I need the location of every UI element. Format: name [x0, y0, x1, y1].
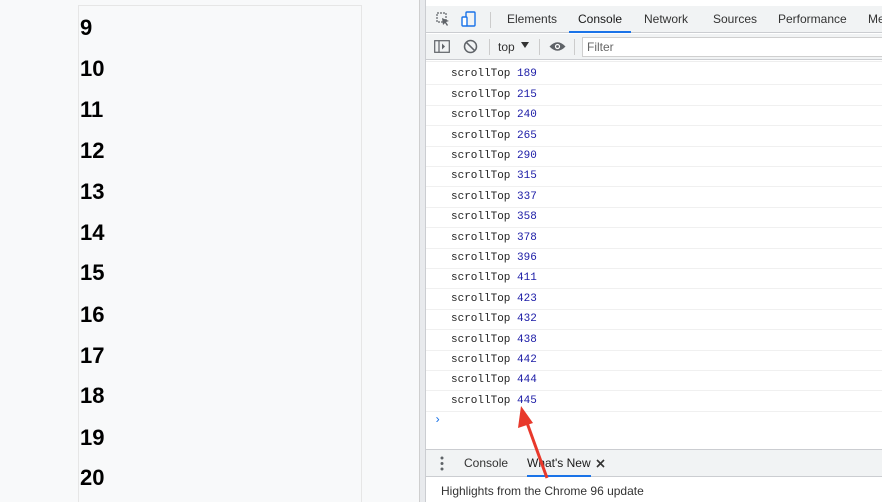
list-item: 10	[80, 56, 105, 81]
tab-sources[interactable]: Sources	[713, 6, 757, 33]
console-prompt[interactable]: ›	[434, 413, 441, 427]
list-item: 12	[80, 138, 105, 163]
drawer-tab-whats-new-label: What's New	[527, 456, 591, 470]
inspect-icon[interactable]	[436, 12, 451, 27]
log-row: scrollTop 337	[426, 187, 882, 208]
log-row: scrollTop 378	[426, 228, 882, 249]
log-row: scrollTop 445	[426, 391, 882, 412]
log-row: scrollTop 358	[426, 207, 882, 228]
console-output: scrollTop 189 scrollTop 215 scrollTop 240 s…	[426, 61, 882, 449]
list-item: 20	[80, 465, 105, 490]
log-row: scrollTop 265	[426, 126, 882, 147]
log-row: scrollTop 411	[426, 268, 882, 289]
toolbar-separator	[490, 12, 491, 28]
log-row: scrollTop 442	[426, 350, 882, 371]
list-item: 18	[80, 383, 105, 408]
list-item: 15	[80, 260, 105, 285]
screen: 9 10 11 12 13 14 15 16 17 18 19 20 Eleme…	[0, 0, 882, 502]
eye-icon[interactable]	[549, 41, 566, 52]
whats-new-message: Highlights from the Chrome 96 update	[441, 484, 644, 498]
tab-console[interactable]: Console	[569, 6, 632, 33]
log-row: scrollTop 189	[426, 64, 882, 85]
sidebar-toggle-icon[interactable]	[434, 40, 450, 53]
row-divider	[426, 61, 882, 62]
drawer-tab-console[interactable]: Console	[464, 450, 508, 477]
log-row: scrollTop 215	[426, 85, 882, 106]
context-selector[interactable]: top	[498, 40, 515, 54]
list-item: 14	[80, 220, 105, 245]
tab-network[interactable]: Network	[644, 6, 688, 33]
log-row: scrollTop 423	[426, 289, 882, 310]
toolbar-separator	[574, 39, 575, 55]
console-toolbar: top Filter	[426, 34, 882, 60]
log-row: scrollTop 290	[426, 146, 882, 167]
filter-input[interactable]: Filter	[582, 37, 882, 57]
close-icon[interactable]	[596, 459, 605, 468]
tab-elements[interactable]: Elements	[507, 6, 557, 33]
list-item: 17	[80, 343, 105, 368]
log-row: scrollTop 315	[426, 166, 882, 187]
log-row: scrollTop 438	[426, 330, 882, 351]
tab-memory[interactable]: Me	[868, 6, 882, 33]
log-row: scrollTop 444	[426, 370, 882, 391]
log-row: scrollTop 396	[426, 248, 882, 269]
toolbar-separator	[539, 39, 540, 55]
list-item: 19	[80, 425, 105, 450]
scroll-container[interactable]	[78, 5, 362, 502]
more-vert-icon[interactable]	[440, 456, 444, 471]
log-row: scrollTop 432	[426, 309, 882, 330]
toolbar-separator	[489, 39, 490, 55]
clear-console-icon[interactable]	[463, 39, 478, 54]
log-row: scrollTop 240	[426, 105, 882, 126]
device-toggle-icon[interactable]	[461, 11, 477, 28]
devtools-tabbar: Elements Console Network Sources Perform…	[426, 6, 882, 33]
dropdown-arrow-icon[interactable]	[521, 42, 529, 49]
list-item: 13	[80, 179, 105, 204]
list-item: 11	[80, 97, 104, 122]
drawer-tab-whats-new[interactable]: What's New	[527, 450, 591, 477]
list-item: 9	[80, 15, 93, 40]
drawer-tabbar: Console What's New	[426, 449, 882, 477]
list-item: 16	[80, 302, 105, 327]
tab-performance[interactable]: Performance	[778, 6, 847, 33]
devtools-panel: Elements Console Network Sources Perform…	[425, 0, 882, 502]
